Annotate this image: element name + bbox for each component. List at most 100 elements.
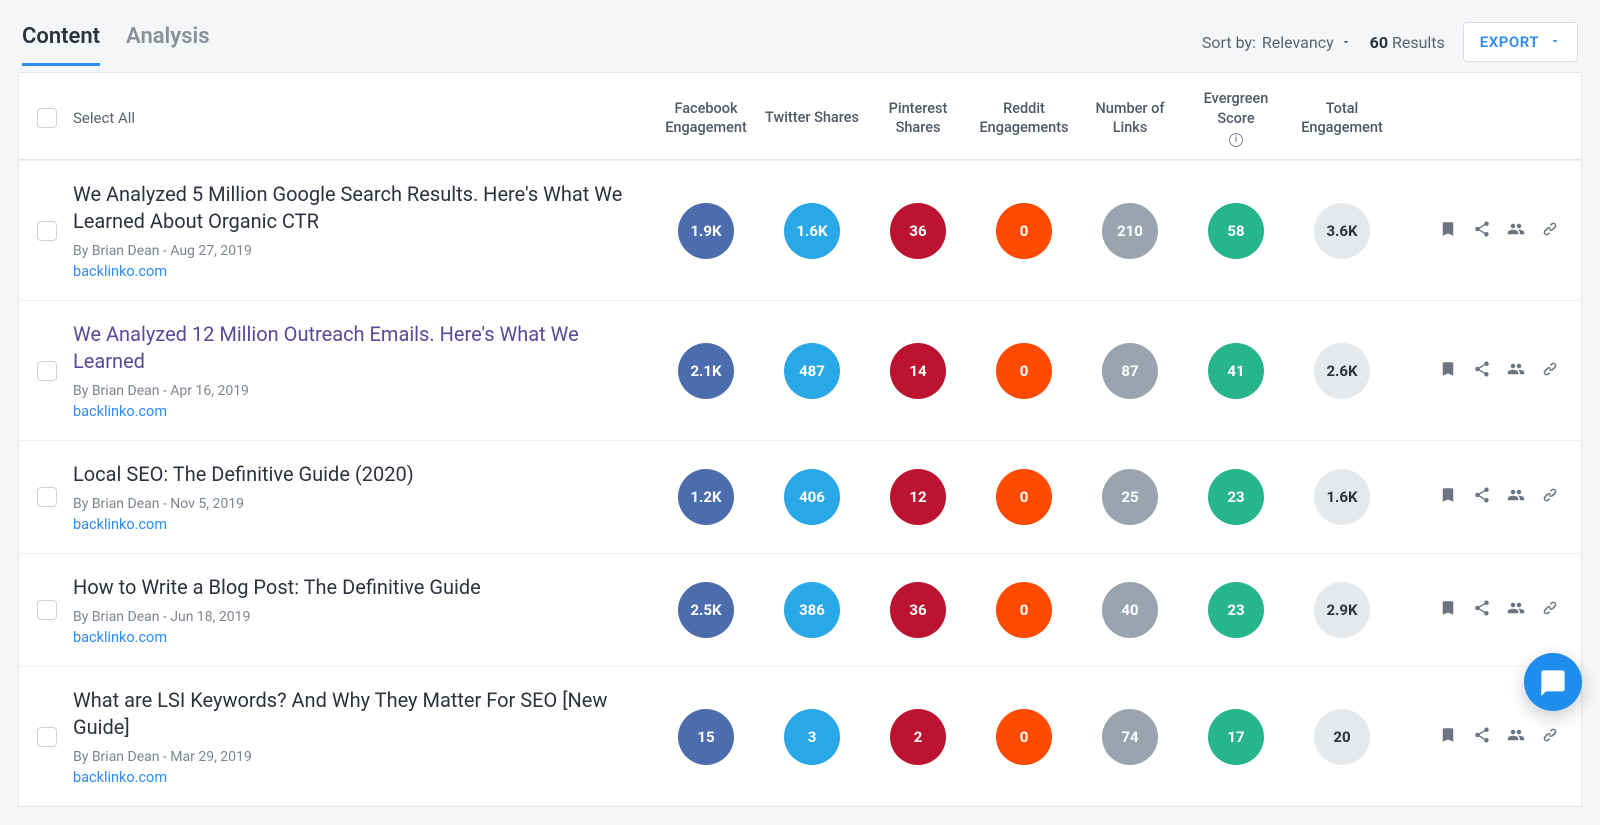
twitter-shares-bubble: 3 (784, 709, 840, 765)
people-icon[interactable] (1507, 220, 1525, 242)
row-checkbox[interactable] (37, 361, 57, 381)
total-engagement-bubble: 20 (1314, 709, 1370, 765)
source-domain[interactable]: backlinko.com (73, 769, 633, 786)
chat-icon (1539, 668, 1567, 696)
results-count: 60 Results (1370, 33, 1445, 52)
link-icon[interactable] (1541, 360, 1559, 382)
number-of-links-bubble: 74 (1102, 709, 1158, 765)
results-panel: Select All Facebook Engagement Twitter S… (18, 72, 1582, 807)
chevron-down-icon (1549, 33, 1561, 51)
twitter-shares-bubble: 406 (784, 469, 840, 525)
source-domain[interactable]: backlinko.com (73, 629, 633, 646)
byline: By Brian Dean - Apr 16, 2019 (73, 383, 633, 399)
title-cell: We Analyzed 5 Million Google Search Resu… (73, 181, 653, 280)
link-icon[interactable] (1541, 599, 1559, 621)
sort-by-dropdown[interactable]: Sort by: Relevancy (1202, 33, 1352, 52)
article-title[interactable]: We Analyzed 5 Million Google Search Resu… (73, 181, 633, 235)
reddit-engagements-bubble: 0 (996, 343, 1052, 399)
bookmark-icon[interactable] (1439, 599, 1457, 621)
source-domain[interactable]: backlinko.com (73, 403, 633, 420)
article-title[interactable]: We Analyzed 12 Million Outreach Emails. … (73, 321, 633, 375)
article-title[interactable]: What are LSI Keywords? And Why They Matt… (73, 687, 633, 741)
bookmark-icon[interactable] (1439, 360, 1457, 382)
people-icon[interactable] (1507, 599, 1525, 621)
row-actions (1395, 486, 1569, 508)
col-twitter-shares[interactable]: Twitter Shares (759, 108, 865, 128)
row-actions (1395, 599, 1569, 621)
byline: By Brian Dean - Mar 29, 2019 (73, 749, 633, 765)
facebook-engagement-bubble: 2.5K (678, 582, 734, 638)
export-button-label: EXPORT (1480, 33, 1539, 51)
source-domain[interactable]: backlinko.com (73, 263, 633, 280)
select-all-label: Select All (73, 109, 653, 127)
people-icon[interactable] (1507, 360, 1525, 382)
pinterest-shares-bubble: 36 (890, 203, 946, 259)
number-of-links-bubble: 210 (1102, 203, 1158, 259)
number-of-links-bubble: 25 (1102, 469, 1158, 525)
col-number-of-links[interactable]: Number of Links (1077, 99, 1183, 138)
table-row: We Analyzed 5 Million Google Search Resu… (19, 160, 1581, 300)
share-icon[interactable] (1473, 220, 1491, 242)
people-icon[interactable] (1507, 486, 1525, 508)
sort-by-value: Relevancy (1262, 33, 1334, 52)
col-facebook-engagement[interactable]: Facebook Engagement (653, 99, 759, 138)
table-row: We Analyzed 12 Million Outreach Emails. … (19, 300, 1581, 440)
twitter-shares-bubble: 1.6K (784, 203, 840, 259)
table-row: What are LSI Keywords? And Why They Matt… (19, 666, 1581, 806)
reddit-engagements-bubble: 0 (996, 469, 1052, 525)
share-icon[interactable] (1473, 360, 1491, 382)
row-checkbox[interactable] (37, 487, 57, 507)
title-cell: How to Write a Blog Post: The Definitive… (73, 574, 653, 646)
article-title[interactable]: Local SEO: The Definitive Guide (2020) (73, 461, 633, 488)
share-icon[interactable] (1473, 486, 1491, 508)
evergreen-score-bubble: 23 (1208, 582, 1264, 638)
pinterest-shares-bubble: 36 (890, 582, 946, 638)
pinterest-shares-bubble: 12 (890, 469, 946, 525)
total-engagement-bubble: 2.6K (1314, 343, 1370, 399)
tab-content[interactable]: Content (22, 18, 100, 66)
link-icon[interactable] (1541, 486, 1559, 508)
tab-analysis[interactable]: Analysis (126, 18, 210, 66)
chevron-down-icon (1340, 33, 1352, 52)
twitter-shares-bubble: 386 (784, 582, 840, 638)
table-row: How to Write a Blog Post: The Definitive… (19, 553, 1581, 666)
byline: By Brian Dean - Aug 27, 2019 (73, 243, 633, 259)
total-engagement-bubble: 1.6K (1314, 469, 1370, 525)
results-count-label: Results (1392, 33, 1445, 52)
reddit-engagements-bubble: 0 (996, 203, 1052, 259)
total-engagement-bubble: 3.6K (1314, 203, 1370, 259)
title-cell: What are LSI Keywords? And Why They Matt… (73, 687, 653, 786)
facebook-engagement-bubble: 1.2K (678, 469, 734, 525)
col-evergreen-score[interactable]: Evergreen Score i (1183, 89, 1289, 147)
bookmark-icon[interactable] (1439, 486, 1457, 508)
col-pinterest-shares[interactable]: Pinterest Shares (865, 99, 971, 138)
link-icon[interactable] (1541, 220, 1559, 242)
top-bar: Content Analysis Sort by: Relevancy 60 R… (18, 18, 1582, 72)
evergreen-score-bubble: 17 (1208, 709, 1264, 765)
number-of-links-bubble: 87 (1102, 343, 1158, 399)
row-checkbox[interactable] (37, 221, 57, 241)
row-checkbox[interactable] (37, 727, 57, 747)
row-checkbox[interactable] (37, 600, 57, 620)
row-actions (1395, 220, 1569, 242)
col-reddit-engagements[interactable]: Reddit Engagements (971, 99, 1077, 138)
info-icon[interactable]: i (1229, 133, 1243, 147)
byline: By Brian Dean - Jun 18, 2019 (73, 609, 633, 625)
select-all-checkbox[interactable] (37, 108, 57, 128)
reddit-engagements-bubble: 0 (996, 582, 1052, 638)
top-right-controls: Sort by: Relevancy 60 Results EXPORT (1202, 22, 1578, 62)
col-total-engagement[interactable]: Total Engagement (1289, 99, 1395, 138)
chat-launcher[interactable] (1524, 653, 1582, 711)
pinterest-shares-bubble: 14 (890, 343, 946, 399)
col-evergreen-score-label: Evergreen Score (1187, 89, 1285, 128)
title-cell: Local SEO: The Definitive Guide (2020) B… (73, 461, 653, 533)
pinterest-shares-bubble: 2 (890, 709, 946, 765)
facebook-engagement-bubble: 15 (678, 709, 734, 765)
share-icon[interactable] (1473, 599, 1491, 621)
reddit-engagements-bubble: 0 (996, 709, 1052, 765)
bookmark-icon[interactable] (1439, 220, 1457, 242)
source-domain[interactable]: backlinko.com (73, 516, 633, 533)
export-button[interactable]: EXPORT (1463, 22, 1578, 62)
article-title[interactable]: How to Write a Blog Post: The Definitive… (73, 574, 633, 601)
evergreen-score-bubble: 23 (1208, 469, 1264, 525)
